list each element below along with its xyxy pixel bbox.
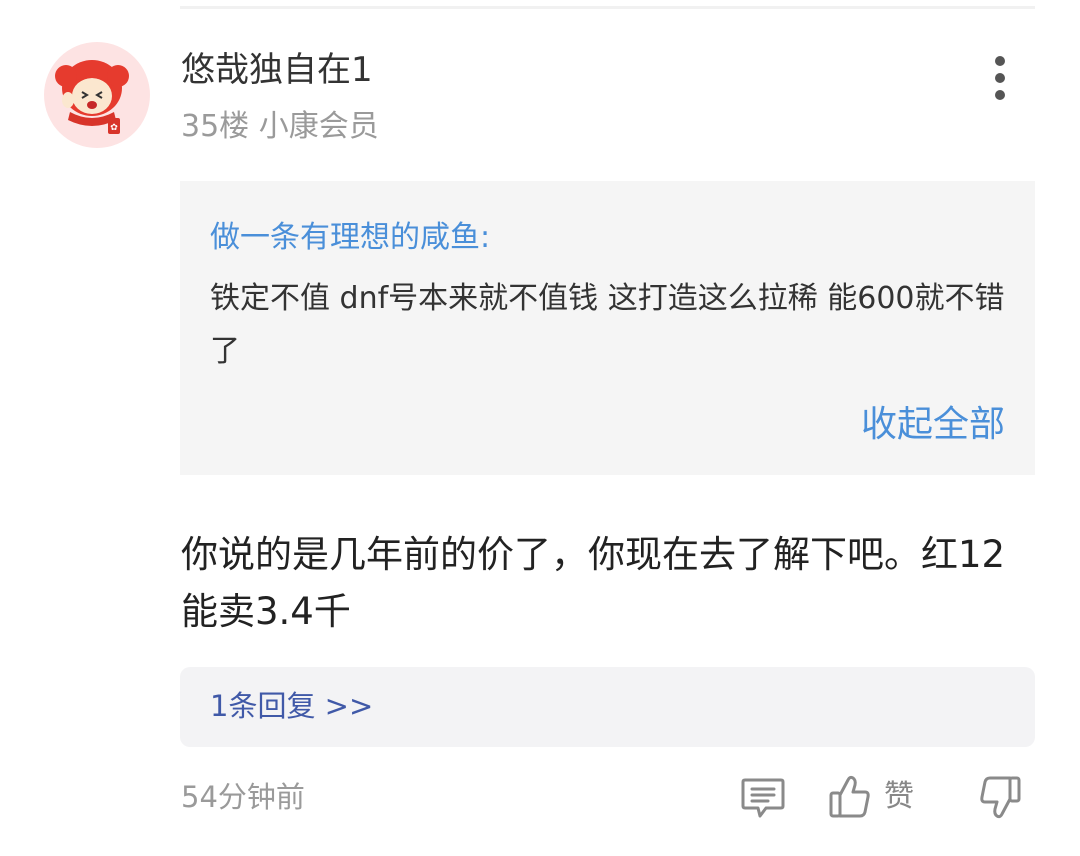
quoted-comment: 做一条有理想的咸鱼: 铁定不值 dnf号本来就不值钱 这打造这么拉稀 能600就…	[180, 181, 1035, 475]
comment-meta: 35楼 小康会员	[181, 106, 379, 148]
top-divider	[180, 6, 1035, 9]
comment-icon[interactable]	[740, 776, 786, 820]
thumbs-down-icon[interactable]	[976, 774, 1022, 820]
floor-number: 35楼	[181, 109, 250, 144]
svg-text:✿: ✿	[110, 123, 118, 133]
avatar-illustration: ✿	[55, 60, 129, 134]
collapse-all-link[interactable]: 收起全部	[861, 401, 1005, 449]
username[interactable]: 悠哉独自在1	[181, 48, 373, 92]
thumbs-up-icon	[829, 775, 870, 818]
avatar[interactable]: ✿	[44, 42, 150, 148]
comment-body: 你说的是几年前的价了，你现在去了解下吧。红12能卖3.4千	[181, 533, 1006, 633]
quote-author[interactable]: 做一条有理想的咸鱼:	[210, 217, 490, 259]
quote-text: 铁定不值 dnf号本来就不值钱 这打造这么拉稀 能600就不错了	[210, 281, 1005, 369]
timestamp: 54分钟前	[181, 780, 305, 814]
like-label: 赞	[884, 779, 914, 814]
replies-button[interactable]: 1条回复 >>	[180, 667, 1035, 747]
member-level: 小康会员	[258, 109, 379, 144]
more-vertical-icon[interactable]	[986, 56, 1014, 100]
replies-label: 1条回复 >>	[210, 689, 374, 723]
